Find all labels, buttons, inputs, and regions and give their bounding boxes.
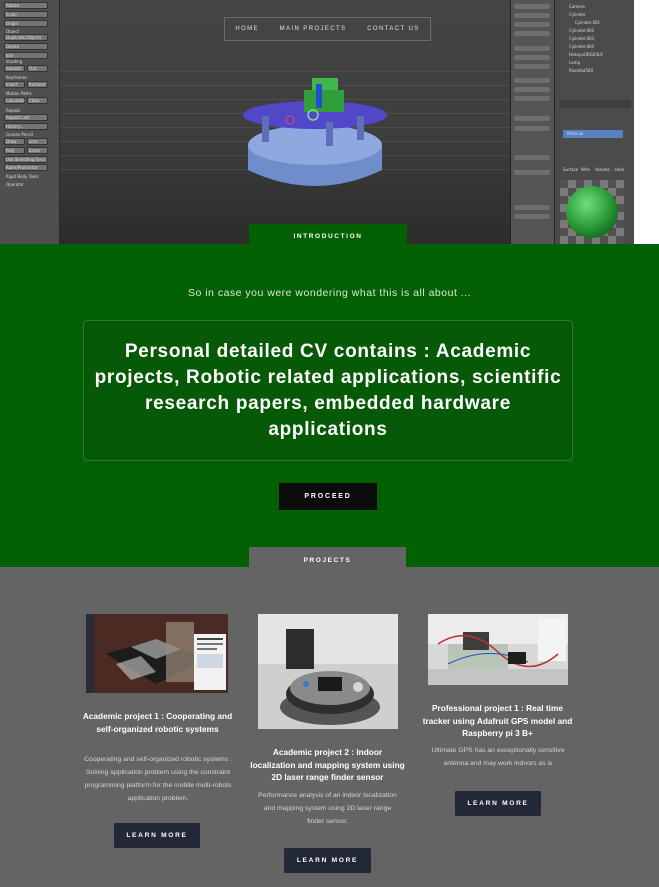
material-tab: Volume	[595, 167, 610, 172]
project-3-description: Ultimate GPS has an exceptionally sensit…	[431, 747, 565, 767]
tool-label: Repeat	[6, 108, 21, 113]
outliner-item: Cylinder.001	[575, 20, 601, 25]
outliner-item: HokuyoURG04LX	[569, 52, 603, 57]
outliner-item: Cylinder	[569, 12, 586, 17]
projects-tab-label: PROJECTS	[249, 547, 406, 574]
tool-label: Shading	[6, 59, 23, 64]
nav-main-projects-link[interactable]: MAIN PROJECTS	[280, 26, 347, 32]
project-1-description: Cooperating and self-organized robotic s…	[84, 756, 232, 802]
property-field	[514, 96, 550, 101]
tool-label: Join	[6, 53, 14, 58]
tool-label: Duplicate Objects	[6, 35, 42, 40]
tool-label: Rigid Body Tools	[6, 174, 39, 179]
outliner-item: Camera	[569, 4, 585, 9]
project-1-title: Academic project 1 : Cooperating and sel…	[82, 711, 233, 734]
property-field	[514, 64, 550, 69]
property-field	[514, 46, 550, 51]
property-field	[514, 55, 550, 60]
material-preview-sphere	[566, 186, 618, 238]
property-field	[514, 205, 550, 210]
robot-3d-model	[243, 78, 387, 186]
tool-label: Line	[29, 139, 38, 144]
property-field	[514, 31, 550, 36]
tool-label: Repeat Last	[6, 115, 30, 120]
project-2-description: Performance analysis of an indoor locali…	[258, 792, 397, 825]
tool-label: Scale	[6, 12, 17, 17]
project-2-learn-more-button[interactable]: LEARN MORE	[284, 848, 371, 873]
project-3-learn-more-button[interactable]: LEARN MORE	[455, 791, 541, 816]
property-field	[514, 155, 550, 160]
property-field	[514, 126, 550, 131]
panel-header	[559, 100, 631, 108]
property-field	[514, 13, 550, 18]
property-field	[514, 78, 550, 83]
main-navigation: HOME MAIN PROJECTS CONTACT US	[224, 17, 431, 41]
tool-label: Grease Pencil	[6, 132, 34, 137]
tool-label: Remove	[29, 82, 46, 87]
project-1-learn-more-button[interactable]: LEARN MORE	[114, 823, 200, 848]
tool-label: Origin	[6, 21, 19, 26]
property-field	[514, 170, 550, 175]
cv-headline-box: Personal detailed CV contains : Academic…	[83, 320, 573, 461]
hero-banner: Rotate Scale Origin Object Duplicate Obj…	[0, 0, 659, 244]
tool-label: Erase	[29, 148, 41, 153]
property-field	[514, 22, 550, 27]
tool-label: History...	[6, 124, 24, 129]
outliner-item: Cylinder.003	[569, 36, 595, 41]
property-field	[514, 116, 550, 121]
blender-tool-panel: Rotate Scale Origin Object Duplicate Obj…	[0, 0, 60, 244]
outliner-item: Cylinder.004	[569, 44, 595, 49]
proceed-button[interactable]: PROCEED	[279, 483, 377, 510]
tool-label: Poly	[6, 148, 15, 153]
outliner-item: Cylinder.002	[569, 28, 595, 33]
tool-label: Insert	[6, 82, 18, 87]
outliner-item: Roomba560	[569, 68, 594, 73]
tool-label: Keyframes	[6, 75, 28, 80]
tool-label: Use Sketching Sess	[6, 157, 45, 162]
introduction-tab-label: INTRODUCTION	[249, 224, 407, 248]
material-tab: Surface	[563, 167, 579, 172]
tool-label: Draw	[6, 139, 17, 144]
nav-home-link[interactable]: HOME	[235, 26, 259, 32]
tool-label: Smooth	[6, 66, 22, 71]
property-field	[514, 4, 550, 9]
tool-label: Rotate	[6, 3, 20, 8]
material-label: Material	[567, 131, 584, 136]
project-card-2: Academic project 2 : Indoor localization…	[250, 612, 405, 877]
material-tab: Halo	[615, 167, 625, 172]
cv-headline: Personal detailed CV contains : Academic…	[94, 340, 562, 440]
panel-edge	[634, 0, 659, 244]
tool-label: Delete	[6, 44, 20, 49]
tool-label: Motion Paths	[6, 91, 32, 96]
project-3-image	[428, 614, 568, 685]
tool-label: Calculate	[6, 98, 25, 103]
property-field	[514, 214, 550, 219]
project-2-image	[258, 614, 398, 729]
project-1-image	[86, 614, 228, 693]
project-2-title: Academic project 2 : Indoor localization…	[250, 747, 405, 782]
intro-subtitle: So in case you were wondering what this …	[187, 287, 472, 299]
project-card-1: Academic project 1 : Cooperating and sel…	[80, 612, 235, 852]
tool-label: Operator	[6, 182, 24, 187]
nav-contact-us-link[interactable]: CONTACT US	[367, 26, 419, 32]
tool-label: Object	[6, 29, 20, 34]
property-field	[514, 87, 550, 92]
outliner-item: Lamp	[569, 60, 581, 65]
project-card-3: Professional project 1 : Real time track…	[420, 612, 575, 822]
blender-properties-panel	[510, 0, 554, 244]
project-3-title: Professional project 1 : Real time track…	[422, 703, 573, 738]
tool-label: Clear	[29, 98, 40, 103]
tool-label: Ruler/Protractor	[6, 165, 38, 170]
tool-label: Flat	[29, 66, 37, 71]
material-tab: Wire	[581, 167, 590, 172]
